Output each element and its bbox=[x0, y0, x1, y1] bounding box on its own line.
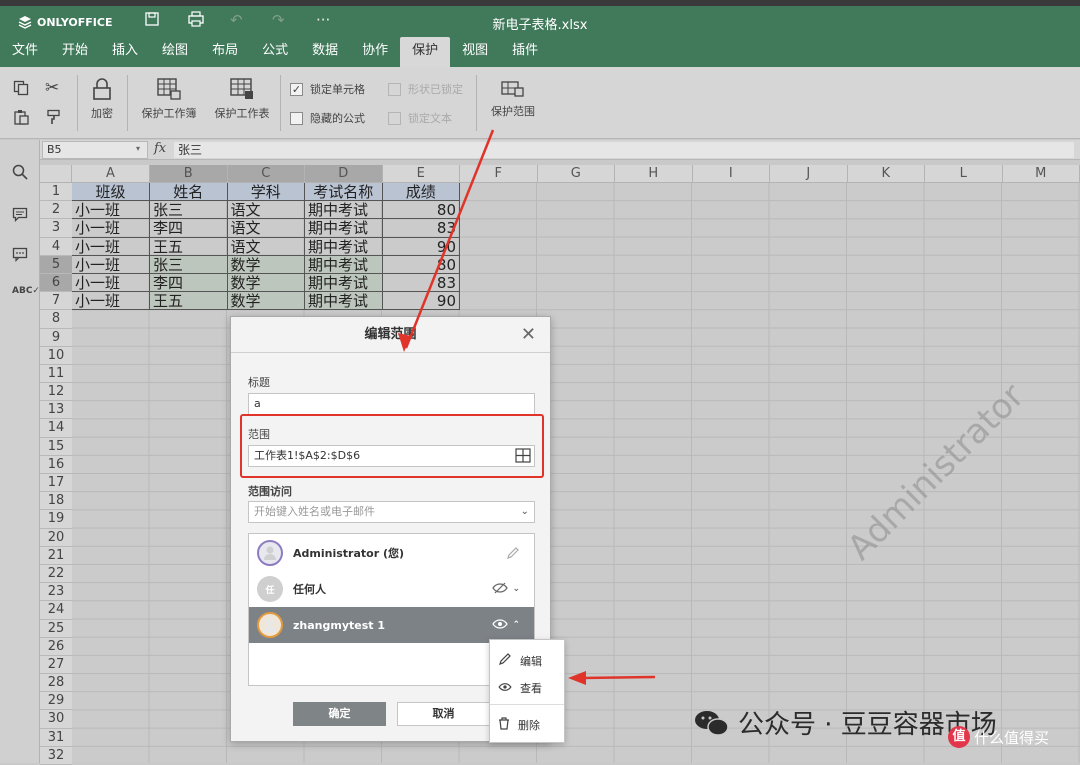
site-watermark-text: 什么值得买 bbox=[974, 727, 1049, 748]
annotation-arrow-to-menu bbox=[582, 677, 655, 678]
annotation-arrow-to-dialog bbox=[406, 130, 493, 348]
site-logo-icon: 值 bbox=[948, 726, 970, 748]
site-watermark: 值 什么值得买 bbox=[948, 726, 1049, 748]
wechat-icon bbox=[694, 709, 730, 737]
annotation-arrows bbox=[0, 0, 1080, 763]
